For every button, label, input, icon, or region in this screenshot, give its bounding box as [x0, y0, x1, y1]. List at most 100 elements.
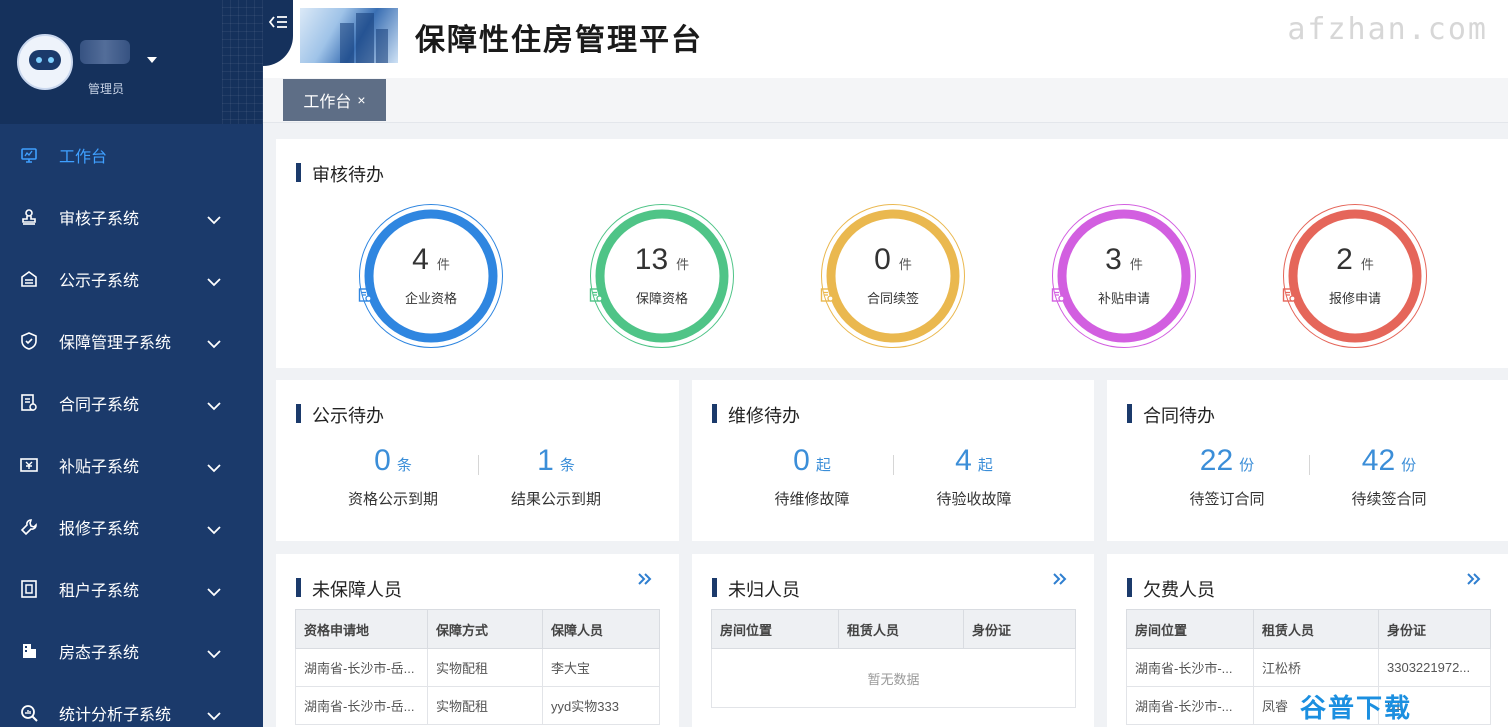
empty-placeholder: 暂无数据: [711, 648, 1076, 708]
menu-item-audit[interactable]: 审核子系统: [0, 186, 263, 248]
shield-icon: [20, 332, 38, 350]
avatar[interactable]: [17, 34, 73, 90]
stat-desc: 待续签合同: [1351, 491, 1427, 508]
column-header[interactable]: 资格申请地: [295, 609, 428, 649]
user-dropdown-caret-icon[interactable]: [147, 57, 157, 63]
table-cell: 湖南省-长沙市-岳...: [295, 648, 428, 687]
stat-value: 0: [374, 444, 391, 477]
top-header: 保障性住房管理平台 afzhan.com: [263, 0, 1508, 78]
audit-count: 3件: [1051, 243, 1197, 277]
table-cell: 江松桥: [1253, 648, 1379, 687]
menu-item-tenant[interactable]: 租户子系统: [0, 558, 263, 620]
user-role: 管理员: [88, 82, 125, 96]
panel-title: 公示待办: [296, 402, 384, 428]
more-double-arrow-icon[interactable]: [1052, 572, 1068, 591]
publicity-todo-panel: 公示待办 0条 资格公示到期 1条 结果公示到期: [276, 380, 679, 541]
sidebar-collapse-button[interactable]: [263, 0, 293, 66]
menu-item-contract[interactable]: 合同子系统: [0, 372, 263, 434]
stat-unit: 条: [396, 457, 412, 474]
count-unit: 件: [898, 257, 912, 272]
chevron-down-icon: [207, 708, 221, 726]
menu-item-protection[interactable]: 保障管理子系统: [0, 310, 263, 372]
chevron-down-icon: [207, 336, 221, 354]
audit-count: 2件: [1282, 243, 1428, 277]
menu-label: 工作台: [59, 149, 108, 166]
tenant-icon: [20, 580, 38, 598]
nav-menu: 工作台 审核子系统 公示子系统 保障管理子系统 合同子系统 补贴子系统 报修子系…: [0, 124, 263, 727]
watermark-text: afzhan.com: [1287, 12, 1488, 47]
menu-label: 保障管理子系统: [59, 335, 172, 352]
column-header[interactable]: 身份证: [1378, 609, 1491, 649]
panel-title: 合同待办: [1127, 402, 1215, 428]
header-banner-image: [300, 8, 398, 63]
column-header[interactable]: 身份证: [963, 609, 1076, 649]
count-unit: 件: [676, 257, 690, 272]
stat-pending-repair[interactable]: 0起 待维修故障: [732, 444, 892, 509]
menu-item-room-status[interactable]: 房态子系统: [0, 620, 263, 682]
document-icon: [358, 288, 372, 302]
audit-circle-2[interactable]: 0 件合同续签: [820, 203, 966, 349]
menu-item-subsidy[interactable]: 补贴子系统: [0, 434, 263, 496]
stat-to-renew[interactable]: 42 份 待续签合同: [1309, 444, 1469, 509]
audit-label-row: 合同续签: [820, 288, 966, 307]
more-double-arrow-icon[interactable]: [1466, 572, 1482, 591]
count-value: 3: [1105, 243, 1122, 276]
table-row[interactable]: 湖南省-长沙市-岳... 实物配租 yyd实物333: [295, 686, 660, 725]
column-header[interactable]: 保障方式: [427, 609, 543, 649]
stat-qualification-expiry[interactable]: 0条 资格公示到期: [313, 444, 473, 509]
close-icon[interactable]: ×: [357, 92, 365, 108]
stat-to-sign[interactable]: 22 份 待签订合同: [1147, 444, 1307, 509]
column-header[interactable]: 租赁人员: [1253, 609, 1379, 649]
subsidy-icon: [20, 456, 38, 474]
chevron-down-icon: [207, 646, 221, 664]
menu-item-publicity[interactable]: 公示子系统: [0, 248, 263, 310]
count-unit: 件: [436, 257, 450, 272]
audit-label: 保障资格: [635, 291, 688, 306]
column-header[interactable]: 保障人员: [542, 609, 660, 649]
wrench-icon: [20, 518, 38, 536]
chevron-down-icon: [207, 212, 221, 230]
stat-unit: 份: [1239, 457, 1255, 474]
table-header-row: 资格申请地 保障方式 保障人员: [295, 609, 660, 649]
menu-label: 审核子系统: [59, 211, 140, 228]
menu-item-workbench[interactable]: 工作台: [0, 124, 263, 186]
stat-desc: 结果公示到期: [510, 491, 601, 508]
stat-result-expiry[interactable]: 1条 结果公示到期: [476, 444, 636, 509]
stat-value: 22: [1199, 444, 1234, 477]
audit-circle-4[interactable]: 2 件报修申请: [1282, 203, 1428, 349]
unreturned-table: 房间位置 租赁人员 身份证 暂无数据: [711, 609, 1076, 708]
document-icon: [820, 288, 834, 302]
column-header[interactable]: 房间位置: [711, 609, 839, 649]
audit-circle-3[interactable]: 3 件补贴申请: [1051, 203, 1197, 349]
document-icon: [1051, 288, 1065, 302]
table-header-row: 房间位置 租赁人员 身份证: [711, 609, 1076, 649]
stat-desc: 待验收故障: [936, 491, 1012, 508]
table-row[interactable]: 湖南省-长沙市-... 江松桥 3303221972...: [1126, 648, 1491, 687]
stat-pending-acceptance[interactable]: 4起 待验收故障: [894, 444, 1054, 509]
more-double-arrow-icon[interactable]: [637, 572, 653, 591]
stat-desc: 待维修故障: [774, 491, 850, 508]
table-cell: 湖南省-长沙市-岳...: [295, 686, 428, 725]
column-header[interactable]: 租赁人员: [838, 609, 964, 649]
menu-label: 租户子系统: [59, 583, 140, 600]
tab-workbench[interactable]: 工作台 ×: [283, 79, 386, 121]
count-value: 0: [874, 243, 891, 276]
menu-item-statistics[interactable]: 统计分析子系统: [0, 682, 263, 727]
count-value: 4: [412, 243, 429, 276]
audit-circle-1[interactable]: 13 件保障资格: [589, 203, 735, 349]
menu-label: 公示子系统: [59, 273, 140, 290]
username-blurred: [80, 40, 130, 64]
audit-circle-0[interactable]: 4 件企业资格: [358, 203, 504, 349]
table-cell: 3303221972...: [1378, 648, 1491, 687]
column-header[interactable]: 房间位置: [1126, 609, 1254, 649]
stat-unit: 起: [977, 457, 993, 474]
chart-search-icon: [20, 704, 38, 722]
panel-title: 审核待办: [296, 161, 384, 187]
chevron-down-icon: [207, 584, 221, 602]
panel-title: 欠费人员: [1127, 576, 1215, 602]
stat-value: 0: [793, 444, 810, 477]
menu-item-repair[interactable]: 报修子系统: [0, 496, 263, 558]
audit-label-row: 报修申请: [1282, 288, 1428, 307]
stat-unit: 条: [559, 457, 575, 474]
table-row[interactable]: 湖南省-长沙市-岳... 实物配租 李大宝: [295, 648, 660, 687]
